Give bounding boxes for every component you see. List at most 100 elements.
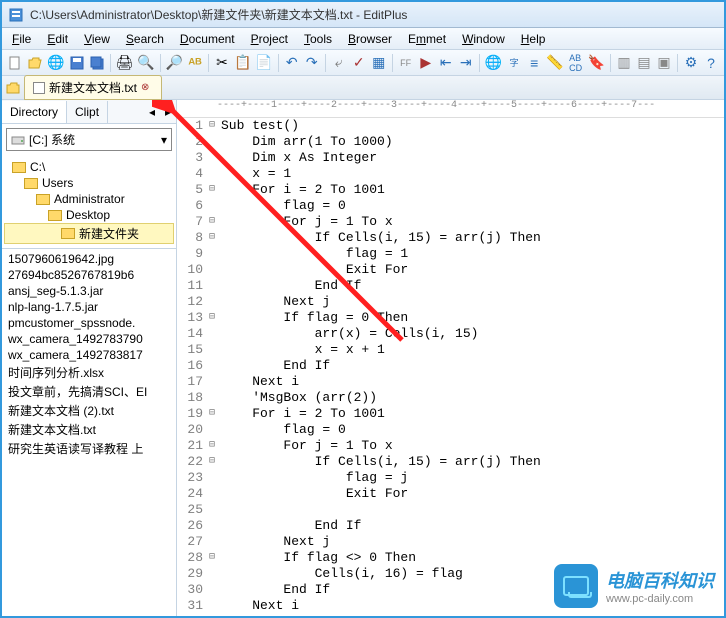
tb-indent-l[interactable]: ⇤	[437, 53, 455, 73]
tree-item[interactable]: Users	[4, 175, 174, 191]
tb-find[interactable]: 🔎	[165, 53, 184, 73]
fold-toggle[interactable]: ⊟	[205, 454, 219, 470]
tb-settings[interactable]: ⚙	[682, 53, 700, 73]
fold-toggle[interactable]: ⊟	[205, 550, 219, 566]
tb-new[interactable]	[6, 53, 24, 73]
editor[interactable]: ----+----1----+----2----+----3----+----4…	[177, 100, 724, 616]
code-line[interactable]: 23 flag = j	[177, 470, 724, 486]
code-line[interactable]: 5⊟ For i = 2 To 1001	[177, 182, 724, 198]
tb-wordwrap[interactable]: ⤶	[330, 53, 348, 73]
file-item[interactable]: ansj_seg-5.1.3.jar	[6, 283, 172, 299]
tb-saveall[interactable]	[88, 53, 106, 73]
sidebar-tab-left[interactable]: ◂	[144, 105, 160, 119]
menu-help[interactable]: Help	[513, 30, 554, 48]
file-item[interactable]: 研究生英语读写译教程 上	[6, 439, 172, 458]
menu-emmet[interactable]: Emmet	[400, 30, 454, 48]
code-line[interactable]: 17 Next i	[177, 374, 724, 390]
tb-undo[interactable]: ↶	[283, 53, 301, 73]
sidebar-tab-directory[interactable]: Directory	[2, 101, 67, 123]
code-line[interactable]: 18 'MsgBox (arr(2))	[177, 390, 724, 406]
tb-outline[interactable]: ≡	[525, 53, 543, 73]
file-item[interactable]: 时间序列分析.xlsx	[6, 363, 172, 382]
tb-hex[interactable]: FF	[397, 53, 415, 73]
file-item[interactable]: wx_camera_1492783817	[6, 347, 172, 363]
code-line[interactable]: 6 flag = 0	[177, 198, 724, 214]
doctab-active[interactable]: 新建文本文档.txt ⊗	[24, 75, 162, 100]
fold-toggle[interactable]: ⊟	[205, 406, 219, 422]
menu-project[interactable]: Project	[243, 30, 296, 48]
menu-edit[interactable]: Edit	[39, 30, 76, 48]
code-line[interactable]: 12 Next j	[177, 294, 724, 310]
code-line[interactable]: 4 x = 1	[177, 166, 724, 182]
code-line[interactable]: 22⊟ If Cells(i, 15) = arr(j) Then	[177, 454, 724, 470]
file-item[interactable]: 1507960619642.jpg	[6, 251, 172, 267]
fold-toggle[interactable]: ⊟	[205, 230, 219, 246]
code-area[interactable]: 1⊟Sub test()2 Dim arr(1 To 1000)3 Dim x …	[177, 118, 724, 616]
tb-ruler[interactable]: 📏	[545, 53, 564, 73]
code-line[interactable]: 15 x = x + 1	[177, 342, 724, 358]
tb-copy[interactable]: 📋	[233, 53, 252, 73]
tb-charset[interactable]: 字	[505, 53, 523, 73]
close-icon[interactable]: ⊗	[141, 82, 153, 94]
code-line[interactable]: 2 Dim arr(1 To 1000)	[177, 134, 724, 150]
menu-tools[interactable]: Tools	[296, 30, 340, 48]
file-item[interactable]: 投文章前，先搞清SCI、EI	[6, 382, 172, 401]
tb-exec[interactable]: ▶	[417, 53, 435, 73]
menu-browser[interactable]: Browser	[340, 30, 400, 48]
tb-print[interactable]: 🖨	[114, 53, 134, 73]
tree-item[interactable]: Desktop	[4, 207, 174, 223]
tb-preview[interactable]: 🔍	[136, 53, 155, 73]
tb-help[interactable]: ?	[702, 53, 720, 73]
menu-document[interactable]: Document	[172, 30, 243, 48]
tree-item[interactable]: C:\	[4, 159, 174, 175]
fold-toggle[interactable]: ⊟	[205, 438, 219, 454]
code-line[interactable]: 14 arr(x) = Cells(i, 15)	[177, 326, 724, 342]
fold-toggle[interactable]: ⊟	[205, 118, 219, 134]
code-line[interactable]: 19⊟ For i = 2 To 1001	[177, 406, 724, 422]
tb-replace[interactable]: ᴬᴮ	[186, 53, 204, 73]
menu-search[interactable]: Search	[118, 30, 172, 48]
drive-selector[interactable]: [C:] 系统 ▾	[6, 128, 172, 151]
code-line[interactable]: 16 End If	[177, 358, 724, 374]
tb-v1[interactable]: ▥	[615, 53, 633, 73]
code-line[interactable]: 20 flag = 0	[177, 422, 724, 438]
fold-toggle[interactable]: ⊟	[205, 214, 219, 230]
code-line[interactable]: 25	[177, 502, 724, 518]
code-line[interactable]: 13⊟ If flag = 0 Then	[177, 310, 724, 326]
tb-cut[interactable]: ✂	[213, 53, 231, 73]
code-line[interactable]: 9 flag = 1	[177, 246, 724, 262]
tb-redo[interactable]: ↷	[303, 53, 321, 73]
tree-item-selected[interactable]: 新建文件夹	[4, 223, 174, 244]
menu-file[interactable]: File	[4, 30, 39, 48]
tb-sort[interactable]: ABCD	[567, 53, 585, 73]
tb-openurl[interactable]: 🌐	[46, 53, 65, 73]
file-item[interactable]: wx_camera_1492783790	[6, 331, 172, 347]
file-item[interactable]: 新建文本文档.txt	[6, 420, 172, 439]
sidebar-tab-right[interactable]: ▸	[160, 105, 176, 119]
tb-open[interactable]	[26, 53, 44, 73]
file-item[interactable]: pmcustomer_spssnode.	[6, 315, 172, 331]
code-line[interactable]: 3 Dim x As Integer	[177, 150, 724, 166]
code-line[interactable]: 24 Exit For	[177, 486, 724, 502]
tb-column[interactable]: ▦	[370, 53, 388, 73]
code-line[interactable]: 1⊟Sub test()	[177, 118, 724, 134]
code-line[interactable]: 7⊟ For j = 1 To x	[177, 214, 724, 230]
file-item[interactable]: 27694bc8526767819b6	[6, 267, 172, 283]
sidebar-tab-cliptext[interactable]: Clipt	[67, 101, 108, 123]
tb-indent-r[interactable]: ⇥	[457, 53, 475, 73]
file-item[interactable]: nlp-lang-1.7.5.jar	[6, 299, 172, 315]
code-line[interactable]: 11 End If	[177, 278, 724, 294]
tb-browser[interactable]: 🌐	[484, 53, 503, 73]
file-item[interactable]: 新建文本文档 (2).txt	[6, 401, 172, 420]
code-line[interactable]: 27 Next j	[177, 534, 724, 550]
tb-paste[interactable]: 📄	[254, 53, 273, 73]
tb-v2[interactable]: ▤	[635, 53, 653, 73]
tree-item[interactable]: Administrator	[4, 191, 174, 207]
code-line[interactable]: 32	[177, 614, 724, 616]
tb-bookmark[interactable]: 🔖	[587, 53, 606, 73]
code-line[interactable]: 21⊟ For j = 1 To x	[177, 438, 724, 454]
fold-toggle[interactable]: ⊟	[205, 310, 219, 326]
menu-view[interactable]: View	[76, 30, 118, 48]
code-line[interactable]: 10 Exit For	[177, 262, 724, 278]
menu-window[interactable]: Window	[454, 30, 513, 48]
